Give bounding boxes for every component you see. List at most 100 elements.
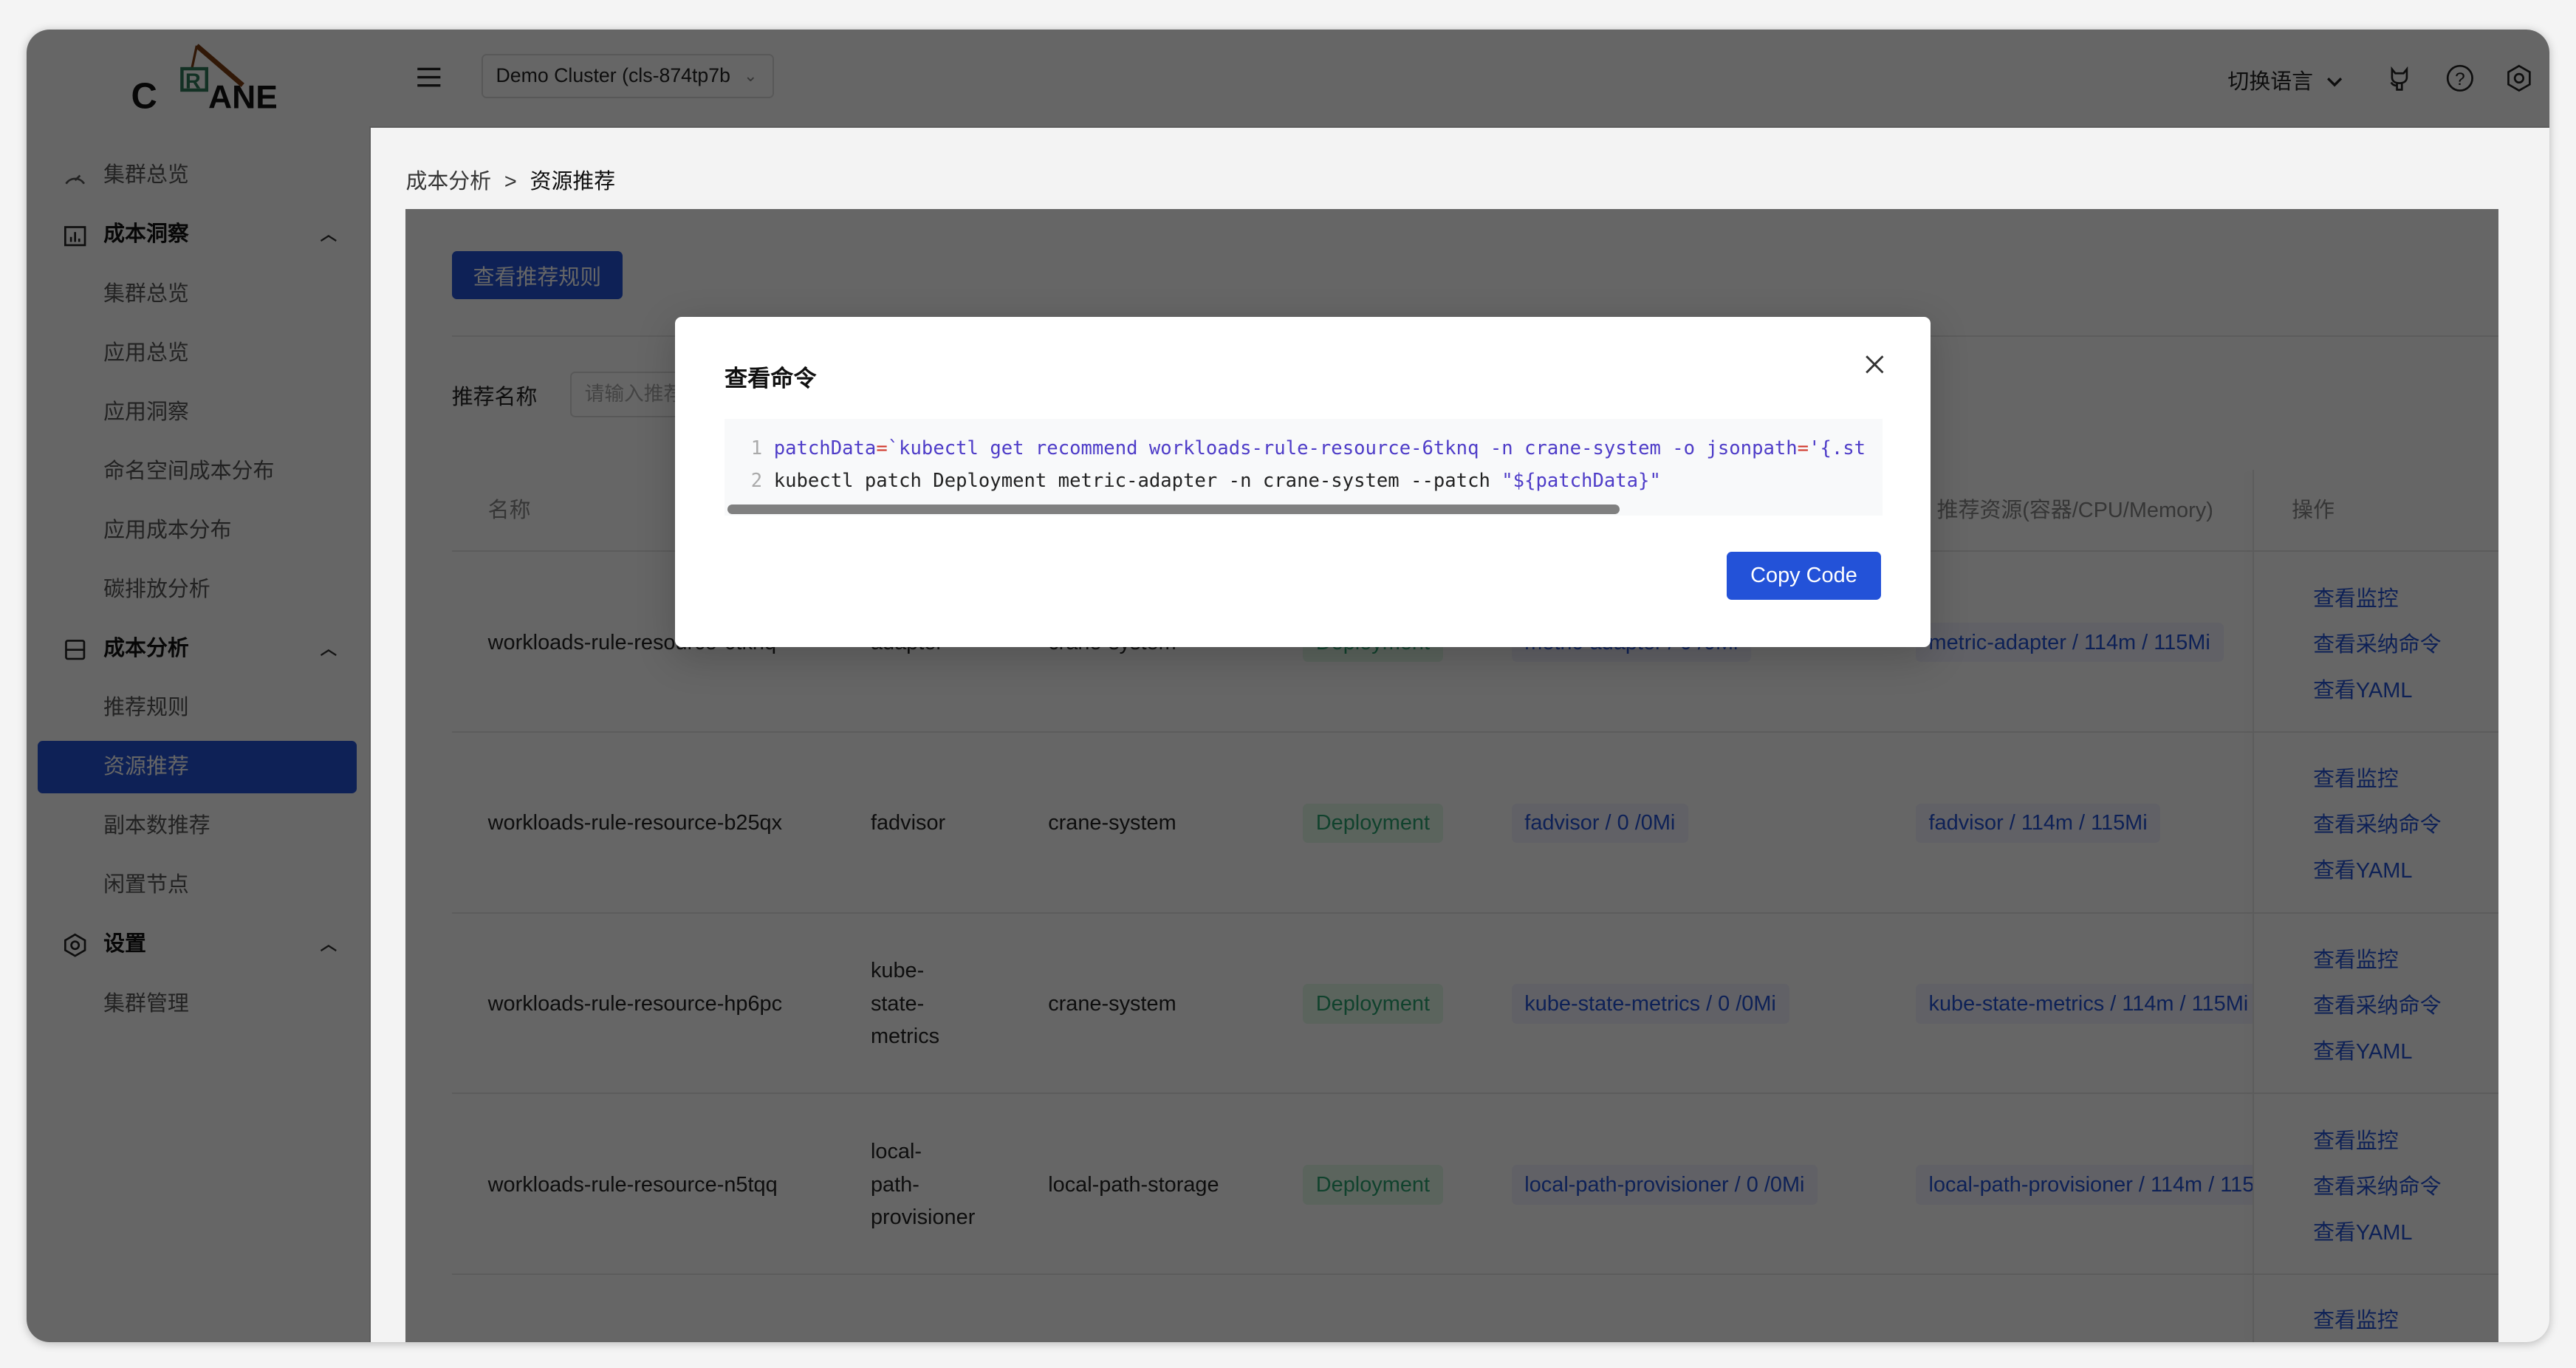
sidebar-item-label: 集群总览: [103, 281, 189, 306]
view-command-dialog: 查看命令 1 patchData=`kubectl get recommend w…: [675, 317, 1931, 648]
sidebar-item[interactable]: 副本数推荐: [27, 800, 370, 852]
dialog-title: 查看命令: [724, 366, 817, 392]
kind-tag: Deployment: [1303, 984, 1443, 1024]
sidebar-item[interactable]: 资源推荐: [38, 741, 357, 794]
recommended-resource-tag: fadvisor / 114m / 115Mi: [1915, 803, 2161, 844]
cluster-select[interactable]: Demo Cluster (cls-874tp7b ⌄: [481, 54, 774, 99]
current-resource-tag: kube-state-metrics / 0 /0Mi: [1511, 984, 1789, 1024]
menu-icon[interactable]: [416, 66, 442, 89]
cell-current: fadvisor / 0 /0Mi: [1511, 733, 1689, 914]
view-monitor-link[interactable]: 查看监控: [2313, 581, 2441, 612]
cell-namespace: crane-system: [1048, 733, 1176, 914]
column-header-recommended: 推荐资源(容器/CPU/Memory): [1936, 499, 2213, 523]
sidebar-item-label: 副本数推荐: [103, 814, 210, 838]
dimmed-background: C R ANE Demo Cluster (cls-874tp7b ⌄ 切换语言 …: [26, 30, 2550, 1343]
chevron-down-icon: ⌄: [744, 66, 758, 86]
namespace: crane-system: [1048, 811, 1176, 835]
language-label: 切换语言: [2227, 69, 2314, 94]
sidebar-item[interactable]: 设置 ︿: [27, 918, 370, 971]
recommended-resource-tag: local-path-provisioner / 114m / 115Mi: [1915, 1165, 2253, 1205]
recommendation-name: workloads-rule-resource-n5tqq: [487, 1172, 778, 1197]
crane-logo: C R ANE: [131, 44, 276, 117]
sidebar-item-label: 资源推荐: [103, 755, 189, 779]
column-header-ops: 操作: [2292, 499, 2334, 523]
current-resource-tag: local-path-provisioner / 0 /0Mi: [1511, 1165, 1818, 1205]
recommendation-name: workloads-rule-resource-hp6pc: [487, 991, 783, 1016]
table-row: workloads-rule-resource-n5tqq local- path…: [451, 1095, 2499, 1276]
view-yaml-link[interactable]: 查看YAML: [2313, 853, 2441, 884]
language-switcher[interactable]: 切换语言: [2227, 64, 2343, 95]
copy-code-button[interactable]: Copy Code: [1726, 552, 1882, 600]
code-token: =: [876, 437, 888, 459]
view-yaml-link[interactable]: 查看YAML: [2313, 1034, 2441, 1065]
cell-ops: 查看监控查看采纳命令 查看YAML: [2313, 914, 2441, 1095]
code-token: =: [1797, 437, 1809, 459]
sidebar-item[interactable]: 应用总览: [27, 327, 370, 380]
cell-ops: 查看监控查看采纳命令 查看YAML: [2313, 552, 2441, 733]
view-monitor-link[interactable]: 查看监控: [2313, 943, 2441, 974]
view-yaml-link[interactable]: 查看YAML: [2313, 673, 2441, 704]
sidebar-item[interactable]: 集群管理: [27, 978, 370, 1030]
svg-text:R: R: [185, 70, 201, 94]
sidebar-item-label: 设置: [103, 932, 146, 957]
sidebar-item[interactable]: 成本分析 ︿: [27, 623, 370, 675]
horizontal-scrollbar[interactable]: [727, 504, 1620, 515]
workload-name: fadvisor: [870, 811, 946, 835]
view-monitor-link[interactable]: 查看监控: [2313, 1303, 2399, 1334]
sidebar-item[interactable]: 碳排放分析: [27, 564, 370, 616]
dashboard-icon: [64, 175, 85, 185]
view-command-link[interactable]: 查看采纳命令: [2313, 988, 2441, 1019]
namespace: crane-system: [1048, 991, 1176, 1016]
view-monitor-link[interactable]: 查看监控: [2313, 1124, 2441, 1155]
cell-current: local-path-provisioner / 0 /0Mi: [1511, 1095, 1818, 1276]
current-resource-tag: fadvisor / 0 /0Mi: [1511, 803, 1689, 844]
sidebar-item-label: 闲置节点: [103, 873, 189, 897]
sidebar-item-label: 应用总览: [103, 341, 189, 365]
sidebar-item[interactable]: 命名空间成本分布: [27, 445, 370, 498]
cell-ops: 查看监控: [2313, 1303, 2399, 1334]
svg-text:ANE: ANE: [208, 80, 275, 116]
settings-icon[interactable]: [2505, 64, 2533, 92]
cell-name: workloads-rule-resource-b25qx: [488, 733, 782, 914]
column-header-name: 名称: [487, 499, 531, 523]
top-header: C R ANE Demo Cluster (cls-874tp7b ⌄ 切换语言 …: [26, 30, 2550, 129]
recommended-resource-tag: metric-adapter / 114m / 115Mi: [1915, 623, 2224, 663]
kind-tag: Deployment: [1303, 1165, 1443, 1205]
sidebar-item[interactable]: 集群总览: [27, 149, 370, 202]
sidebar-item-label: 集群总览: [103, 163, 189, 188]
sidebar-item[interactable]: 推荐规则: [27, 682, 370, 734]
sidebar-item[interactable]: 闲置节点: [27, 859, 370, 912]
breadcrumb-parent[interactable]: 成本分析: [405, 170, 491, 194]
view-rules-button[interactable]: 查看推荐规则: [451, 251, 623, 299]
view-monitor-link[interactable]: 查看监控: [2313, 762, 2441, 793]
app-window: C R ANE Demo Cluster (cls-874tp7b ⌄ 切换语言 …: [26, 30, 2550, 1343]
github-icon[interactable]: [2385, 64, 2414, 92]
view-command-link[interactable]: 查看采纳命令: [2313, 1169, 2441, 1200]
breadcrumb-current: 资源推荐: [530, 170, 616, 194]
chevron-up-icon[interactable]: ︿: [321, 623, 337, 675]
cluster-select-value: Demo Cluster (cls-874tp7b: [496, 64, 730, 87]
fixed-column-divider: [2252, 470, 2254, 1343]
table-row: workloads-rule-resource-b25qx fadvisor cra…: [451, 733, 2499, 914]
breadcrumb-separator: >: [504, 170, 517, 194]
kind-tag: Deployment: [1303, 803, 1443, 844]
close-icon[interactable]: [1865, 355, 1885, 375]
view-yaml-link[interactable]: 查看YAML: [2313, 1215, 2441, 1246]
view-command-link[interactable]: 查看采纳命令: [2313, 627, 2441, 658]
view-command-link[interactable]: 查看采纳命令: [2313, 807, 2441, 838]
sidebar-item[interactable]: 集群总览: [27, 268, 370, 321]
help-icon[interactable]: ?: [2446, 64, 2474, 92]
cell-kind: Deployment: [1303, 733, 1443, 914]
recommendation-name: workloads-rule-resource-b25qx: [487, 811, 783, 835]
svg-text:?: ?: [2455, 69, 2465, 89]
chevron-up-icon[interactable]: ︿: [321, 918, 337, 971]
sidebar-item[interactable]: 应用洞察: [27, 386, 370, 439]
sidebar-item[interactable]: 成本洞察 ︿: [27, 208, 370, 261]
cell-workload: local- path- provisioner: [871, 1095, 1027, 1276]
code-token: '{.st: [1809, 437, 1866, 459]
chevron-up-icon[interactable]: ︿: [321, 208, 337, 261]
cell-ops: 查看监控查看采纳命令 查看YAML: [2313, 1095, 2441, 1276]
sidebar-item[interactable]: 应用成本分布: [27, 505, 370, 557]
sidebar-item-label: 集群管理: [103, 991, 189, 1016]
cell-recommended: metric-adapter / 114m / 115Mi: [1915, 552, 2253, 733]
